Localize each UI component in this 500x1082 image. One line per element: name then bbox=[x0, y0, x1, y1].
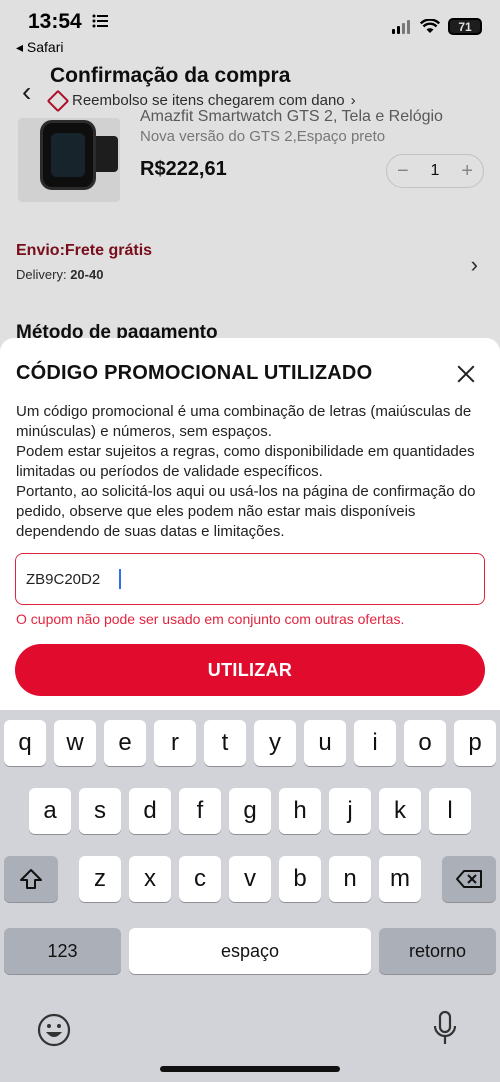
key-b[interactable]: b bbox=[279, 856, 321, 902]
key-c[interactable]: c bbox=[179, 856, 221, 902]
key-o[interactable]: o bbox=[404, 720, 446, 766]
key-v[interactable]: v bbox=[229, 856, 271, 902]
desc-paragraph-1: Um código promocional é uma combinação d… bbox=[16, 403, 472, 440]
promo-description: Um código promocional é uma combinação d… bbox=[16, 402, 488, 542]
key-r[interactable]: r bbox=[154, 720, 196, 766]
promo-code-sheet: CÓDIGO PROMOCIONAL UTILIZADO Um código p… bbox=[0, 338, 500, 710]
numbers-key[interactable]: 123 bbox=[4, 928, 121, 974]
key-x[interactable]: x bbox=[129, 856, 171, 902]
emoji-icon[interactable] bbox=[36, 1012, 72, 1048]
key-a[interactable]: a bbox=[29, 788, 71, 834]
key-y[interactable]: y bbox=[254, 720, 296, 766]
promo-code-input[interactable] bbox=[26, 566, 466, 592]
sheet-title: CÓDIGO PROMOCIONAL UTILIZADO bbox=[16, 362, 373, 384]
key-f[interactable]: f bbox=[179, 788, 221, 834]
key-l[interactable]: l bbox=[429, 788, 471, 834]
backspace-icon bbox=[456, 870, 482, 888]
key-s[interactable]: s bbox=[79, 788, 121, 834]
key-k[interactable]: k bbox=[379, 788, 421, 834]
key-u[interactable]: u bbox=[304, 720, 346, 766]
key-n[interactable]: n bbox=[329, 856, 371, 902]
key-w[interactable]: w bbox=[54, 720, 96, 766]
home-indicator bbox=[160, 1066, 340, 1072]
key-g[interactable]: g bbox=[229, 788, 271, 834]
key-i[interactable]: i bbox=[354, 720, 396, 766]
shift-icon bbox=[20, 869, 42, 889]
microphone-icon[interactable] bbox=[432, 1010, 458, 1050]
key-t[interactable]: t bbox=[204, 720, 246, 766]
key-m[interactable]: m bbox=[379, 856, 421, 902]
desc-paragraph-3: Portanto, ao solicitá-los aqui ou usá-lo… bbox=[16, 483, 476, 540]
return-key[interactable]: retorno bbox=[379, 928, 496, 974]
key-h[interactable]: h bbox=[279, 788, 321, 834]
key-e[interactable]: e bbox=[104, 720, 146, 766]
promo-code-field[interactable] bbox=[15, 553, 485, 605]
key-d[interactable]: d bbox=[129, 788, 171, 834]
space-key[interactable]: espaço bbox=[129, 928, 371, 974]
key-z[interactable]: z bbox=[79, 856, 121, 902]
desc-paragraph-2: Podem estar sujeitos a regras, como disp… bbox=[16, 443, 475, 480]
use-button[interactable]: UTILIZAR bbox=[15, 644, 485, 696]
shift-key[interactable] bbox=[4, 856, 58, 902]
key-q[interactable]: q bbox=[4, 720, 46, 766]
close-icon[interactable] bbox=[456, 364, 476, 384]
text-caret bbox=[119, 569, 121, 589]
backspace-key[interactable] bbox=[442, 856, 496, 902]
keyboard: q w e r t y u i o p a s d f g h j k l z … bbox=[0, 710, 500, 1082]
error-message: O cupom não pode ser usado em conjunto c… bbox=[16, 611, 405, 627]
key-j[interactable]: j bbox=[329, 788, 371, 834]
key-p[interactable]: p bbox=[454, 720, 496, 766]
